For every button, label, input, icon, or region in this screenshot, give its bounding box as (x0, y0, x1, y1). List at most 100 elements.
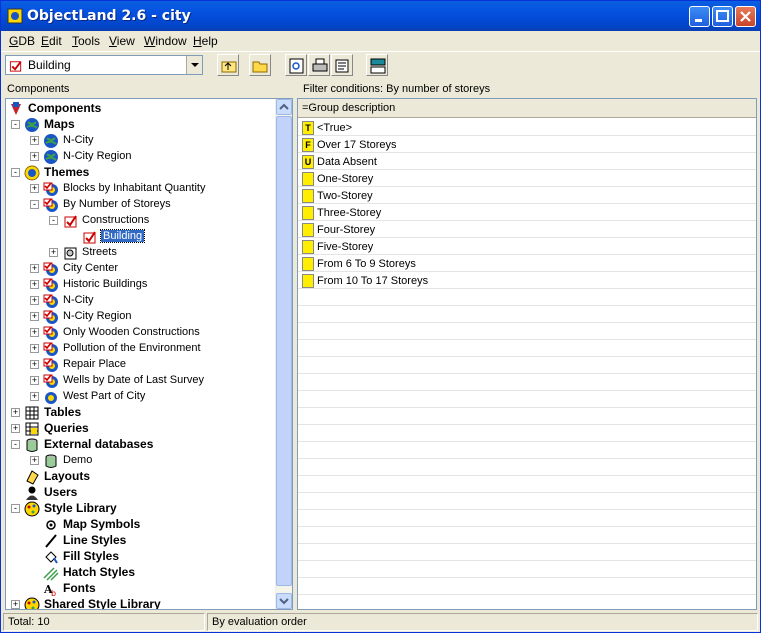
expand-toggle[interactable]: + (30, 376, 39, 385)
tree-item[interactable]: + Queries (6, 421, 276, 437)
app-icon (7, 8, 23, 24)
menu-help[interactable]: Help (193, 34, 218, 48)
tree-item[interactable]: - Style Library (6, 501, 276, 517)
tree-item[interactable]: Fill Styles (6, 549, 276, 565)
collapse-toggle[interactable]: - (11, 168, 20, 177)
tree-item[interactable]: + Repair Place (6, 357, 276, 373)
chevron-down-icon[interactable] (186, 56, 202, 74)
tree-item[interactable]: + West Part of City (6, 389, 276, 405)
pane-splitter[interactable] (293, 81, 296, 611)
tree-item[interactable]: + N-City Region (6, 149, 276, 165)
group-row[interactable]: F Over 17 Storeys (298, 136, 756, 153)
scroll-thumb[interactable] (276, 116, 292, 586)
properties-button[interactable] (331, 54, 353, 76)
window-layout-button[interactable] (366, 54, 388, 76)
collapse-toggle[interactable]: - (11, 440, 20, 449)
tree-item[interactable]: - Themes (6, 165, 276, 181)
collapse-toggle[interactable]: - (11, 504, 20, 513)
expand-toggle[interactable]: + (30, 392, 39, 401)
expand-toggle[interactable]: + (30, 152, 39, 161)
group-row[interactable]: U Data Absent (298, 153, 756, 170)
collapse-toggle[interactable]: - (11, 120, 20, 129)
scroll-up-arrow[interactable] (276, 99, 292, 115)
open-button[interactable] (249, 54, 271, 76)
menu-window[interactable]: Window (144, 34, 187, 48)
tree-item-label: Historic Buildings (63, 278, 148, 290)
tree-item[interactable]: Line Styles (6, 533, 276, 549)
tree-item[interactable]: Components (6, 101, 276, 117)
tree-item[interactable]: - Constructions (6, 213, 276, 229)
group-row[interactable]: T <True> (298, 119, 756, 136)
expand-toggle[interactable]: + (30, 136, 39, 145)
preview-button[interactable] (285, 54, 307, 76)
tree-item[interactable]: + Wells by Date of Last Survey (6, 373, 276, 389)
tree-item[interactable]: + Historic Buildings (6, 277, 276, 293)
tree-item[interactable]: + Pollution of the Environment (6, 341, 276, 357)
tree-item[interactable]: + Blocks by Inhabitant Quantity (6, 181, 276, 197)
group-label: <True> (317, 122, 353, 134)
tree-item[interactable]: + Demo (6, 453, 276, 469)
tree-item[interactable]: Ab Fonts (6, 581, 276, 597)
group-row[interactable]: From 10 To 17 Storeys (298, 272, 756, 289)
expand-toggle[interactable]: + (30, 456, 39, 465)
component-select[interactable]: Building (5, 55, 203, 75)
tree-item[interactable]: + N-City Region (6, 309, 276, 325)
collapse-toggle[interactable]: - (30, 200, 39, 209)
group-row[interactable]: Three-Storey (298, 204, 756, 221)
svg-text:b: b (51, 589, 56, 597)
up-level-button[interactable] (217, 54, 239, 76)
tree-item[interactable]: + Shared Style Library (6, 597, 276, 609)
maximize-button[interactable] (712, 6, 733, 27)
group-description-column[interactable]: =Group description (298, 99, 756, 118)
expand-toggle[interactable]: + (30, 344, 39, 353)
tree-item[interactable]: + N-City (6, 133, 276, 149)
tree-item[interactable]: Users (6, 485, 276, 501)
minimize-button[interactable] (689, 6, 710, 27)
tree-item[interactable]: - Maps (6, 117, 276, 133)
tree-item[interactable]: - External databases (6, 437, 276, 453)
tree-item[interactable]: Building (6, 229, 276, 245)
expand-toggle[interactable]: + (30, 328, 39, 337)
scroll-down-arrow[interactable] (276, 593, 292, 609)
group-row[interactable]: From 6 To 9 Storeys (298, 255, 756, 272)
tree-item[interactable]: + City Center (6, 261, 276, 277)
tree-item[interactable]: + N-City (6, 293, 276, 309)
tree-item[interactable]: + Tables (6, 405, 276, 421)
title-bar[interactable]: ObjectLand 2.6 - city (1, 1, 760, 31)
tree-item[interactable]: Layouts (6, 469, 276, 485)
tree-item[interactable]: Hatch Styles (6, 565, 276, 581)
group-list[interactable]: =Group description T <True> F Over 17 Store… (297, 98, 757, 610)
collapse-toggle[interactable]: - (49, 216, 58, 225)
expand-toggle[interactable]: + (30, 360, 39, 369)
expand-toggle[interactable]: + (11, 424, 20, 433)
properties-icon (335, 59, 349, 73)
menu-gdb[interactable]: GDB (9, 34, 35, 48)
group-row[interactable]: Two-Storey (298, 187, 756, 204)
expand-toggle[interactable]: + (49, 248, 58, 257)
group-row[interactable]: Four-Storey (298, 221, 756, 238)
group-color-swatch (302, 274, 314, 288)
tree-item[interactable]: + Only Wooden Constructions (6, 325, 276, 341)
menu-edit[interactable]: Edit (41, 34, 62, 48)
close-button[interactable] (735, 6, 756, 27)
expand-toggle[interactable]: + (11, 408, 20, 417)
components-tree[interactable]: Components - Maps + N-City + N-City Region - The… (5, 98, 293, 610)
group-label: From 10 To 17 Storeys (317, 275, 429, 287)
theme-check-icon (43, 198, 58, 212)
group-row[interactable]: One-Storey (298, 170, 756, 187)
tree-item[interactable]: - By Number of Storeys (6, 197, 276, 213)
expand-toggle[interactable]: + (11, 600, 20, 609)
menu-view[interactable]: View (109, 34, 135, 48)
group-row[interactable]: Five-Storey (298, 238, 756, 255)
expand-toggle[interactable]: + (30, 264, 39, 273)
expand-toggle[interactable]: + (30, 184, 39, 193)
expand-toggle[interactable]: + (30, 296, 39, 305)
menu-tools[interactable]: Tools (72, 34, 100, 48)
expand-toggle[interactable]: + (30, 280, 39, 289)
expand-toggle[interactable]: + (30, 312, 39, 321)
tree-scrollbar[interactable] (275, 99, 292, 609)
print-button[interactable] (308, 54, 330, 76)
chevron-down-icon (279, 598, 289, 605)
tree-item[interactable]: + Streets (6, 245, 276, 261)
tree-item[interactable]: Map Symbols (6, 517, 276, 533)
